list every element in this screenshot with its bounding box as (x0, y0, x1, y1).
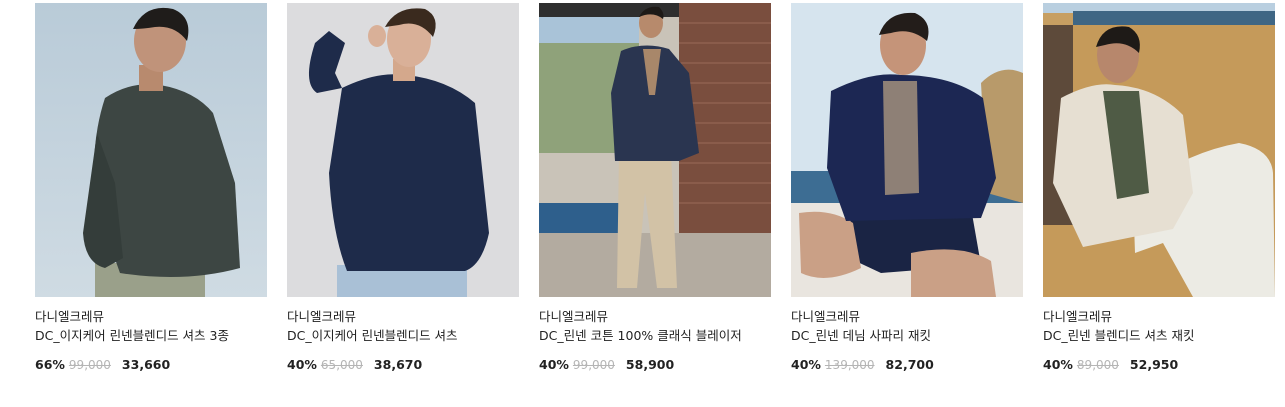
product-price: 40% 139,000 82,700 (791, 356, 1023, 374)
product-title[interactable]: DC_이지케어 린넨블렌디드 셔츠 3종 (35, 327, 250, 345)
product-image[interactable] (1043, 3, 1275, 297)
sale-price: 38,670 (373, 357, 423, 372)
product-brand: 다니엘크레뮤 (539, 309, 609, 324)
product-price: 40% 89,000 52,950 (1043, 356, 1275, 374)
product-photo-navy-shirt (287, 3, 519, 297)
product-card[interactable]: 다니엘크레뮤 DC_린넨 블렌디드 셔츠 재킷 40% 89,000 52,95… (1043, 3, 1275, 374)
product-card[interactable]: 다니엘크레뮤 DC_이지케어 린넨블렌디드 셔츠 3종 66% 99,000 3… (35, 3, 267, 374)
product-photo-denim-safari-jacket (791, 3, 1023, 297)
product-title[interactable]: DC_린넨 데님 사파리 재킷 (791, 327, 1006, 345)
product-price: 40% 99,000 58,900 (539, 356, 771, 374)
sale-price: 82,700 (885, 357, 934, 372)
product-brand: 다니엘크레뮤 (791, 309, 861, 324)
original-price: 89,000 (1076, 358, 1119, 372)
product-photo-dark-green-shirt (35, 3, 267, 297)
product-title[interactable]: DC_린넨 블렌디드 셔츠 재킷 (1043, 327, 1258, 345)
product-card[interactable]: 다니엘크레뮤 DC_린넨 데님 사파리 재킷 40% 139,000 82,70… (791, 3, 1023, 374)
discount-rate: 40% (791, 357, 821, 372)
sale-price: 58,900 (625, 357, 675, 372)
product-image[interactable] (539, 3, 771, 297)
original-price: 99,000 (68, 358, 111, 372)
discount-rate: 66% (35, 357, 65, 372)
product-title[interactable]: DC_이지케어 린넨블렌디드 셔츠 (287, 327, 502, 345)
original-price: 139,000 (824, 358, 875, 372)
product-photo-beige-shirt-jacket (1043, 3, 1275, 297)
product-brand: 다니엘크레뮤 (35, 309, 105, 324)
product-grid: 다니엘크레뮤 DC_이지케어 린넨블렌디드 셔츠 3종 66% 99,000 3… (0, 0, 1285, 407)
product-price: 40% 65,000 38,670 (287, 356, 519, 374)
sale-price: 52,950 (1129, 357, 1179, 372)
discount-rate: 40% (1043, 357, 1073, 372)
discount-rate: 40% (539, 357, 569, 372)
product-brand: 다니엘크레뮤 (287, 309, 357, 324)
original-price: 65,000 (320, 358, 363, 372)
product-photo-navy-blazer (539, 3, 771, 297)
product-brand: 다니엘크레뮤 (1043, 309, 1113, 324)
product-image[interactable] (791, 3, 1023, 297)
product-price: 66% 99,000 33,660 (35, 356, 267, 374)
product-card[interactable]: 다니엘크레뮤 DC_린넨 코튼 100% 클래식 블레이저 40% 99,000… (539, 3, 771, 374)
original-price: 99,000 (572, 358, 615, 372)
product-image[interactable] (35, 3, 267, 297)
sale-price: 33,660 (121, 357, 171, 372)
product-card[interactable]: 다니엘크레뮤 DC_이지케어 린넨블렌디드 셔츠 40% 65,000 38,6… (287, 3, 519, 374)
product-title[interactable]: DC_린넨 코튼 100% 클래식 블레이저 (539, 327, 754, 345)
product-image[interactable] (287, 3, 519, 297)
discount-rate: 40% (287, 357, 317, 372)
